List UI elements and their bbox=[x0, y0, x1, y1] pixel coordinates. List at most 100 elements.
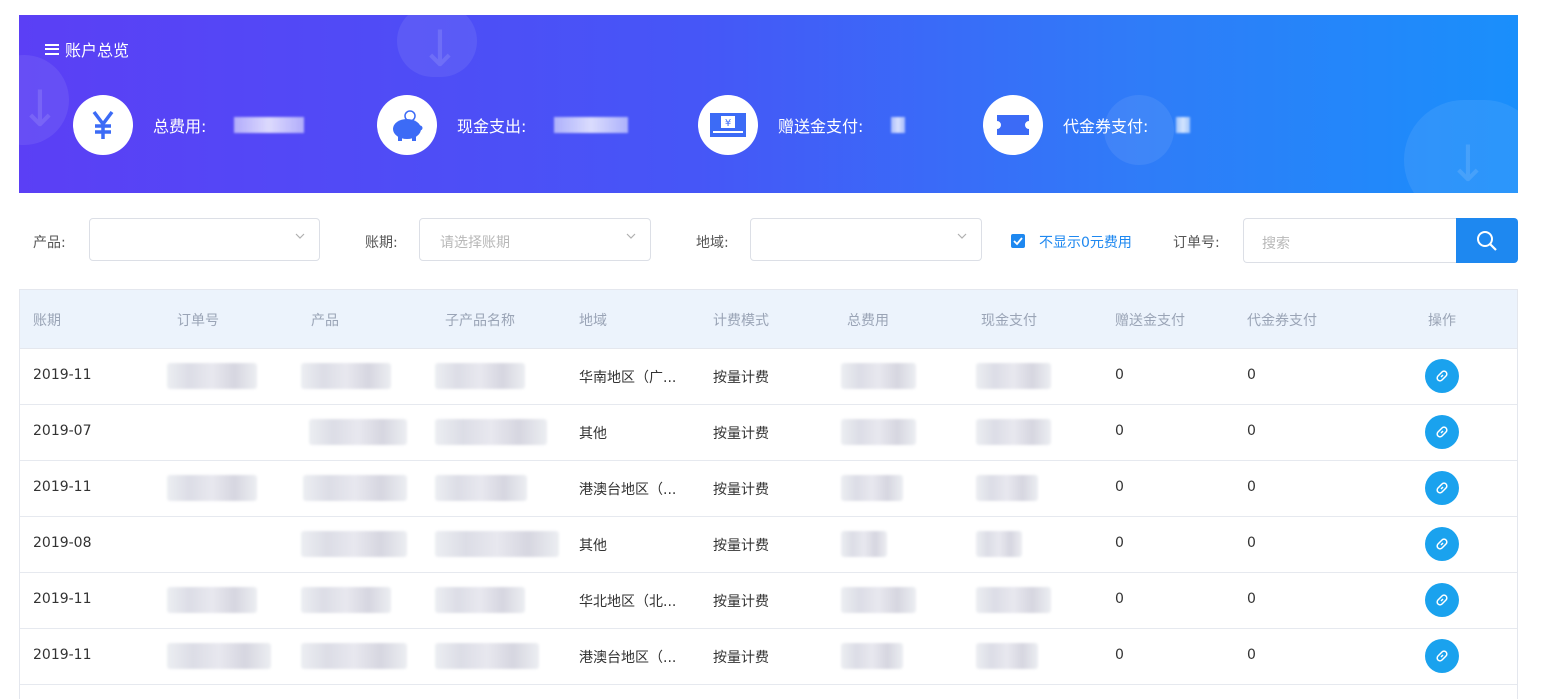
billing-table: 账期 订单号 产品 子产品名称 地域 计费模式 总费用 现金支付 赠送金支付 代… bbox=[19, 289, 1518, 699]
cell-region: 港澳台地区（... bbox=[579, 650, 677, 666]
redacted-product bbox=[301, 587, 391, 613]
cell-voucher: 0 bbox=[1247, 423, 1256, 439]
redacted-subproduct bbox=[435, 587, 525, 613]
download-arrow-icon: ↓ bbox=[19, 80, 61, 138]
redacted-cash bbox=[976, 419, 1051, 445]
link-icon bbox=[1436, 482, 1448, 494]
redacted-order bbox=[167, 643, 271, 669]
chevron-down-icon bbox=[295, 233, 305, 239]
redacted-product bbox=[301, 363, 391, 389]
piggy-bank-icon bbox=[377, 95, 437, 155]
cell-billing-mode: 按量计费 bbox=[713, 426, 769, 442]
redacted-product bbox=[301, 531, 407, 557]
col-header-billing-mode: 计费模式 bbox=[713, 313, 769, 329]
redacted-subproduct bbox=[435, 419, 547, 445]
region-select[interactable] bbox=[750, 218, 982, 261]
redacted-total bbox=[841, 587, 916, 613]
cell-period: 2019-07 bbox=[33, 423, 92, 439]
cell-voucher: 0 bbox=[1247, 647, 1256, 663]
table-row: 2019-11 华南地区（广... 按量计费 0 0 bbox=[20, 348, 1517, 405]
redacted-cash bbox=[976, 475, 1038, 501]
cell-period: 2019-11 bbox=[33, 647, 92, 663]
link-icon bbox=[1436, 370, 1448, 382]
link-action-button[interactable] bbox=[1425, 527, 1459, 561]
redacted-subproduct bbox=[435, 475, 527, 501]
hide-zero-checkbox[interactable] bbox=[1011, 234, 1025, 248]
cell-region: 其他 bbox=[579, 426, 607, 442]
page-title: 账户总览 bbox=[45, 37, 129, 61]
account-overview-banner: ↓ ↓ ↓ 账户总览 总费用: 现金支出: ¥ 赠送金支付: 代金券支付: bbox=[19, 15, 1518, 193]
redacted-value bbox=[1176, 117, 1191, 133]
stat-label: 现金支出: bbox=[457, 117, 527, 136]
link-action-button[interactable] bbox=[1425, 583, 1459, 617]
cell-billing-mode: 按量计费 bbox=[713, 370, 769, 386]
menu-icon[interactable] bbox=[45, 43, 59, 55]
stat-gift-payment: ¥ 赠送金支付: bbox=[698, 95, 906, 155]
link-action-button[interactable] bbox=[1425, 415, 1459, 449]
redacted-total bbox=[841, 531, 887, 557]
cell-region: 华南地区（广... bbox=[579, 370, 677, 386]
svg-text:¥: ¥ bbox=[725, 118, 731, 129]
filter-bar: 产品: 账期: 请选择账期 地域: 不显示0元费用 订单号: 搜索 bbox=[19, 218, 1518, 263]
redacted-value bbox=[234, 117, 305, 133]
download-arrow-icon: ↓ bbox=[1447, 135, 1489, 193]
cell-period: 2019-11 bbox=[33, 367, 92, 383]
cell-gift: 0 bbox=[1115, 423, 1124, 439]
link-action-button[interactable] bbox=[1425, 359, 1459, 393]
table-row: 2019-08 其他 按量计费 0 0 bbox=[20, 516, 1517, 573]
table-row: 2019-07 其他 按量计费 0 0 bbox=[20, 404, 1517, 461]
redacted-total bbox=[841, 419, 916, 445]
cell-billing-mode: 按量计费 bbox=[713, 538, 769, 554]
period-filter-label: 账期: bbox=[365, 235, 398, 251]
redacted-cash bbox=[976, 587, 1051, 613]
table-row: 2019-11 华北地区（北... 按量计费 0 0 bbox=[20, 572, 1517, 629]
col-header-product: 产品 bbox=[311, 313, 339, 329]
redacted-value bbox=[891, 117, 906, 133]
link-icon bbox=[1436, 538, 1448, 550]
product-select[interactable] bbox=[89, 218, 320, 261]
stat-label: 赠送金支付: bbox=[778, 117, 864, 136]
cell-gift: 0 bbox=[1115, 367, 1124, 383]
redacted-total bbox=[841, 475, 903, 501]
col-header-action: 操作 bbox=[1428, 313, 1456, 329]
table-row: 2019-11 港澳台地区（... 按量计费 0 0 bbox=[20, 628, 1517, 685]
cell-region: 华北地区（北... bbox=[579, 594, 677, 610]
table-header: 账期 订单号 产品 子产品名称 地域 计费模式 总费用 现金支付 赠送金支付 代… bbox=[20, 290, 1517, 349]
link-icon bbox=[1436, 650, 1448, 662]
product-filter-label: 产品: bbox=[33, 235, 66, 251]
page-title-text: 账户总览 bbox=[65, 41, 130, 60]
stat-cash-expense: 现金支出: bbox=[377, 95, 629, 155]
col-header-voucher-payment: 代金券支付 bbox=[1247, 313, 1317, 329]
ticket-icon bbox=[983, 95, 1043, 155]
link-action-button[interactable] bbox=[1425, 639, 1459, 673]
cell-voucher: 0 bbox=[1247, 479, 1256, 495]
redacted-cash bbox=[976, 531, 1022, 557]
stat-voucher-payment: 代金券支付: bbox=[983, 95, 1191, 155]
col-header-region: 地域 bbox=[579, 313, 607, 329]
search-placeholder: 搜索 bbox=[1262, 236, 1290, 252]
cell-billing-mode: 按量计费 bbox=[713, 482, 769, 498]
redacted-total bbox=[841, 643, 903, 669]
cell-region: 港澳台地区（... bbox=[579, 482, 677, 498]
cell-gift: 0 bbox=[1115, 535, 1124, 551]
col-header-subproduct: 子产品名称 bbox=[445, 313, 515, 329]
redacted-cash bbox=[976, 643, 1038, 669]
redacted-product bbox=[303, 475, 407, 501]
redacted-subproduct bbox=[435, 531, 559, 557]
redacted-order bbox=[167, 587, 257, 613]
col-header-total-cost: 总费用 bbox=[847, 313, 889, 329]
hide-zero-label[interactable]: 不显示0元费用 bbox=[1039, 232, 1132, 252]
stat-total-cost: 总费用: bbox=[73, 95, 305, 155]
cell-gift: 0 bbox=[1115, 647, 1124, 663]
link-action-button[interactable] bbox=[1425, 471, 1459, 505]
period-select[interactable]: 请选择账期 bbox=[419, 218, 651, 261]
stat-label: 总费用: bbox=[153, 117, 207, 136]
redacted-subproduct bbox=[435, 643, 539, 669]
search-button[interactable] bbox=[1456, 218, 1518, 263]
cell-period: 2019-11 bbox=[33, 591, 92, 607]
cell-voucher: 0 bbox=[1247, 535, 1256, 551]
cash-note-icon: ¥ bbox=[698, 95, 758, 155]
link-icon bbox=[1436, 426, 1448, 438]
order-filter-label: 订单号: bbox=[1173, 235, 1220, 251]
order-search-input[interactable]: 搜索 bbox=[1243, 218, 1457, 263]
